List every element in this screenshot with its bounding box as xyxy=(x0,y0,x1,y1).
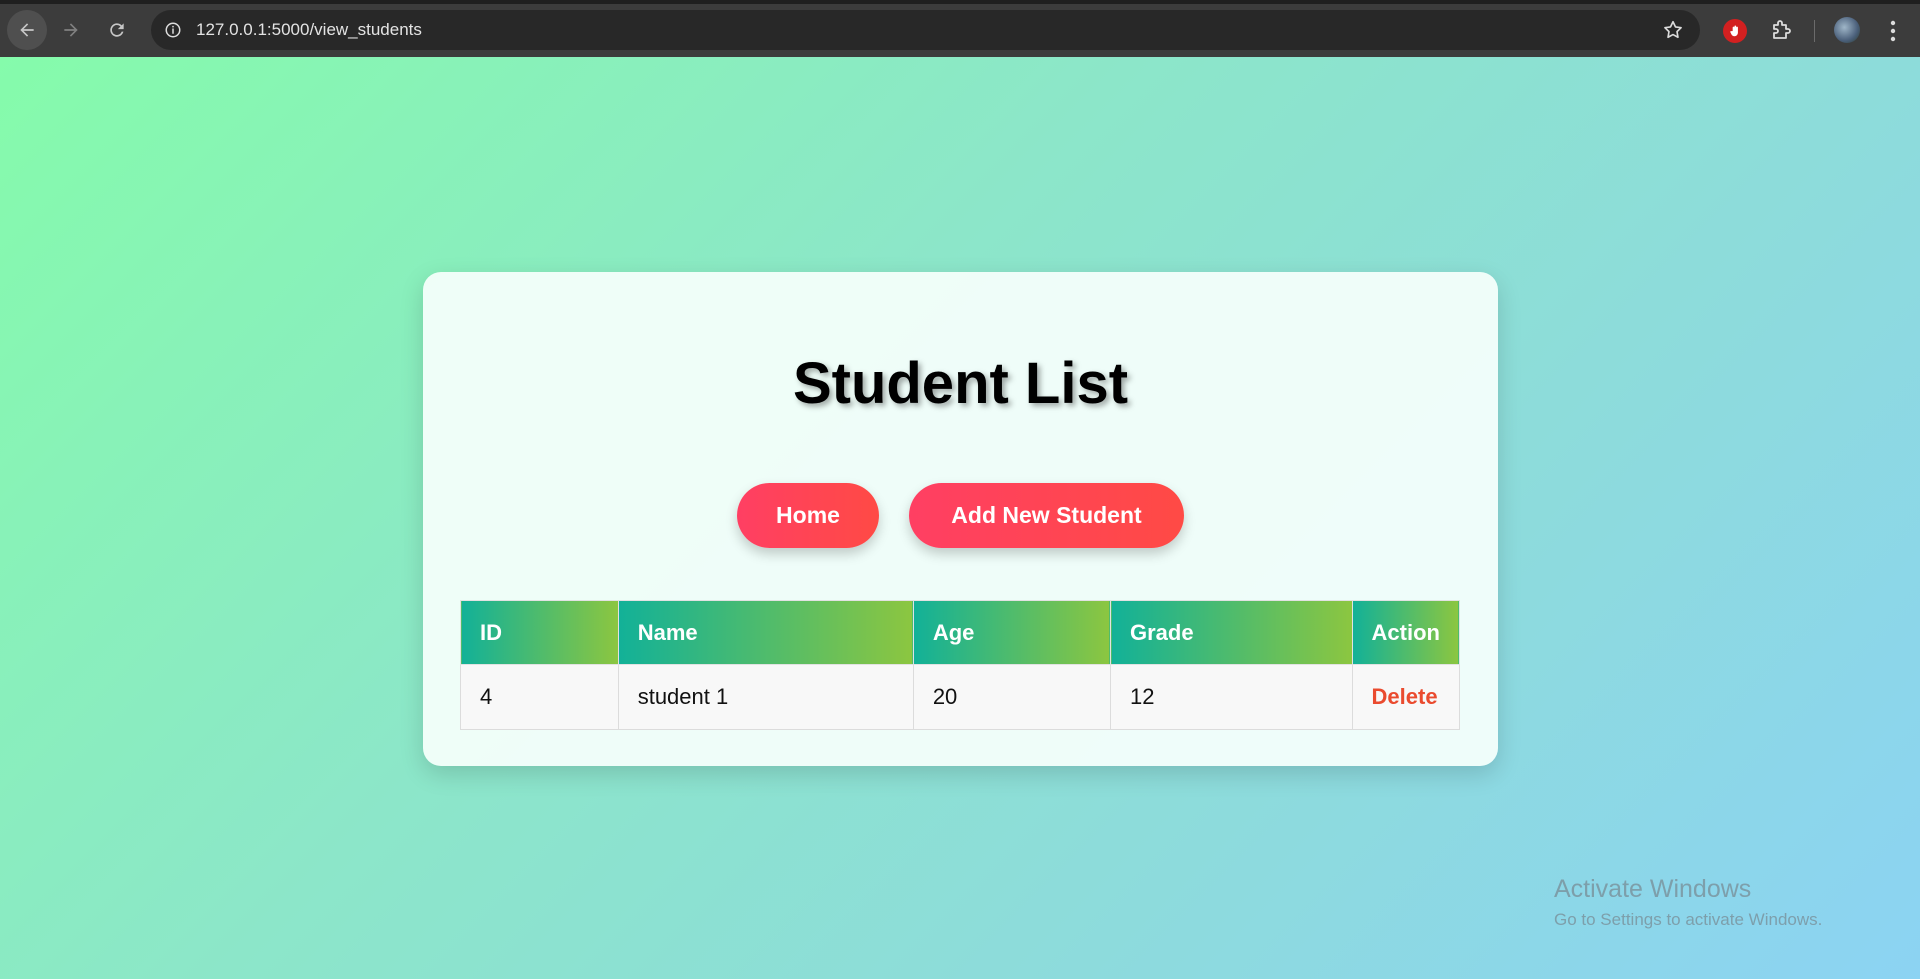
column-header-id: ID xyxy=(460,600,619,665)
reload-icon xyxy=(110,23,124,37)
forward-arrow-icon xyxy=(64,23,78,37)
student-table: ID Name Age Grade Action 4 student 1 20 … xyxy=(460,600,1461,730)
back-button[interactable] xyxy=(7,10,47,50)
forward-button[interactable] xyxy=(51,10,91,50)
address-bar[interactable]: 127.0.0.1:5000/view_students xyxy=(151,10,1700,50)
avatar[interactable] xyxy=(1834,17,1860,43)
column-header-name: Name xyxy=(617,600,914,665)
watermark-title: Activate Windows xyxy=(1554,875,1752,903)
hand-icon xyxy=(1730,25,1738,37)
cell-age: 20 xyxy=(912,664,1112,730)
table-row: 4 student 1 20 12 Delete xyxy=(460,664,1461,730)
url-text[interactable]: 127.0.0.1:5000/view_students xyxy=(196,20,422,40)
star-icon[interactable] xyxy=(1662,19,1684,41)
student-list-card: Student List Home Add New Student ID Nam… xyxy=(423,272,1498,766)
cell-name: student 1 xyxy=(617,664,914,730)
browser-toolbar: 127.0.0.1:5000/view_students xyxy=(0,0,1920,57)
site-info-icon xyxy=(165,22,181,38)
extension-hand-icon[interactable] xyxy=(1723,19,1747,43)
back-arrow-icon xyxy=(20,23,34,37)
delete-link[interactable]: Delete xyxy=(1372,684,1438,709)
windows-activation-watermark: Activate Windows Go to Settings to activ… xyxy=(1554,875,1822,930)
cell-action: Delete xyxy=(1351,664,1461,730)
toolbar-divider xyxy=(1814,20,1815,42)
puzzle-icon[interactable] xyxy=(1770,18,1794,42)
page-title: Student List xyxy=(792,351,1129,416)
table-header-row: ID Name Age Grade Action xyxy=(460,600,1461,665)
home-button[interactable]: Home xyxy=(737,483,879,548)
column-header-grade: Grade xyxy=(1110,600,1353,665)
page-background: Student List Home Add New Student ID Nam… xyxy=(0,57,1920,979)
watermark-subtitle: Go to Settings to activate Windows. xyxy=(1554,910,1823,929)
kebab-menu-icon[interactable] xyxy=(1883,18,1903,44)
column-header-action: Action xyxy=(1351,600,1461,665)
add-student-button[interactable]: Add New Student xyxy=(909,483,1184,548)
cell-grade: 12 xyxy=(1110,664,1353,730)
site-info-button[interactable] xyxy=(159,16,187,44)
cell-id: 4 xyxy=(460,664,619,730)
column-header-age: Age xyxy=(912,600,1112,665)
reload-button[interactable] xyxy=(97,10,137,50)
